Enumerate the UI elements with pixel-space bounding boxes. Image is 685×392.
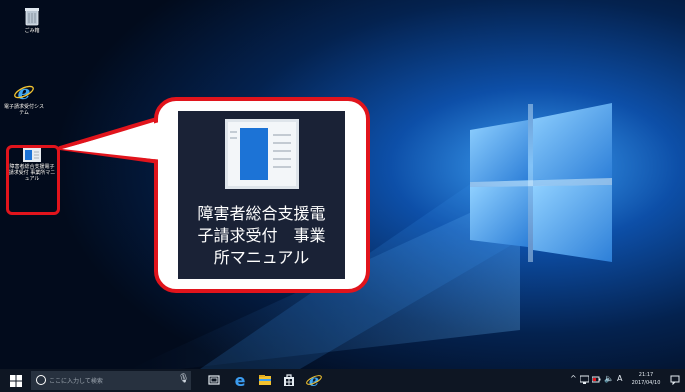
windows-start-icon[interactable] — [10, 375, 22, 387]
file-explorer-icon[interactable] — [257, 372, 273, 388]
internet-explorer-icon[interactable]: e — [306, 372, 322, 388]
ime-indicator[interactable]: A — [617, 374, 622, 383]
callout-zoom-panel: 障害者総合支援電 子請求受付 事業 所マニュアル — [178, 111, 345, 279]
taskbar-clock[interactable]: 21:17 2017/04/10 — [628, 371, 664, 387]
cortana-icon — [36, 375, 46, 385]
volume-icon[interactable]: 🔈 — [604, 374, 614, 383]
callout-label-line: 障害者総合支援電 — [197, 204, 326, 223]
svg-text:e: e — [235, 372, 246, 388]
task-view-icon[interactable] — [206, 372, 222, 388]
taskbar: ここに入力して検索 🎙 e e ^ 🔈 A 21:17 2017/04/10 — [0, 369, 685, 392]
clock-time: 21:17 — [638, 372, 654, 378]
callout-label-line: 子請求受付 事業 — [197, 226, 326, 245]
action-center-icon[interactable] — [670, 375, 680, 385]
microphone-icon[interactable]: 🎙 — [178, 374, 189, 384]
desktop: ごみ箱 e 電子請求受付システム 障害者総合支援電子請求受付 事業所マニュアル — [0, 0, 685, 369]
callout-label: 障害者総合支援電 子請求受付 事業 所マニュアル — [178, 203, 345, 269]
search-placeholder: ここに入力して検索 — [49, 378, 103, 385]
edge-browser-icon[interactable]: e — [232, 372, 248, 388]
store-icon[interactable] — [281, 372, 297, 388]
taskbar-search-box[interactable]: ここに入力して検索 — [31, 371, 191, 390]
clock-date: 2017/04/10 — [631, 380, 661, 386]
battery-icon[interactable] — [591, 375, 601, 386]
chevron-up-icon[interactable]: ^ — [570, 374, 577, 383]
svg-text:e: e — [309, 372, 319, 388]
network-icon[interactable] — [579, 375, 590, 386]
manual-document-icon-large — [225, 119, 299, 189]
callout-label-line: 所マニュアル — [213, 248, 310, 267]
